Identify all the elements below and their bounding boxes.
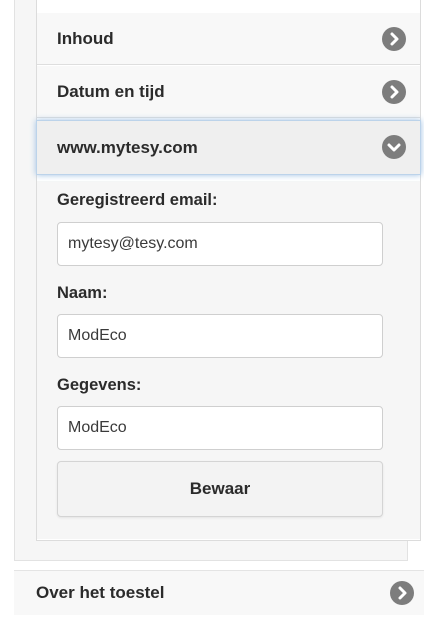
settings-panel: Inhoud Datum en tijd www.mytesy.com Gere… [14,0,421,561]
menu-item-inhoud[interactable]: Inhoud [37,13,420,65]
menu-item-label: www.mytesy.com [57,138,198,157]
details-label: Gegevens: [57,376,142,394]
menu-item-label: Over het toestel [36,583,165,602]
menu-item-over-het-toestel[interactable]: Over het toestel [14,570,424,615]
menu-item-mytesy[interactable]: www.mytesy.com [36,120,421,175]
menu-item-label: Inhoud [57,29,114,48]
name-field[interactable]: ModEco [57,314,383,358]
email-field[interactable]: mytesy@tesy.com [57,222,383,266]
mytesy-form: Geregistreerd email: mytesy@tesy.com Naa… [37,181,420,539]
menu-item-datum-en-tijd[interactable]: Datum en tijd [37,66,420,118]
name-label: Naam: [57,284,108,302]
chevron-down-icon [382,135,406,159]
chevron-right-icon [382,80,406,104]
settings-list: Inhoud Datum en tijd www.mytesy.com Gere… [36,0,421,541]
save-button[interactable]: Bewaar [57,461,383,517]
menu-item-label: Datum en tijd [57,82,165,101]
settings-page: Inhoud Datum en tijd www.mytesy.com Gere… [0,0,424,619]
details-field[interactable]: ModEco [57,406,383,450]
chevron-right-icon [390,581,414,605]
email-label: Geregistreerd email: [57,191,218,209]
chevron-right-icon [382,27,406,51]
